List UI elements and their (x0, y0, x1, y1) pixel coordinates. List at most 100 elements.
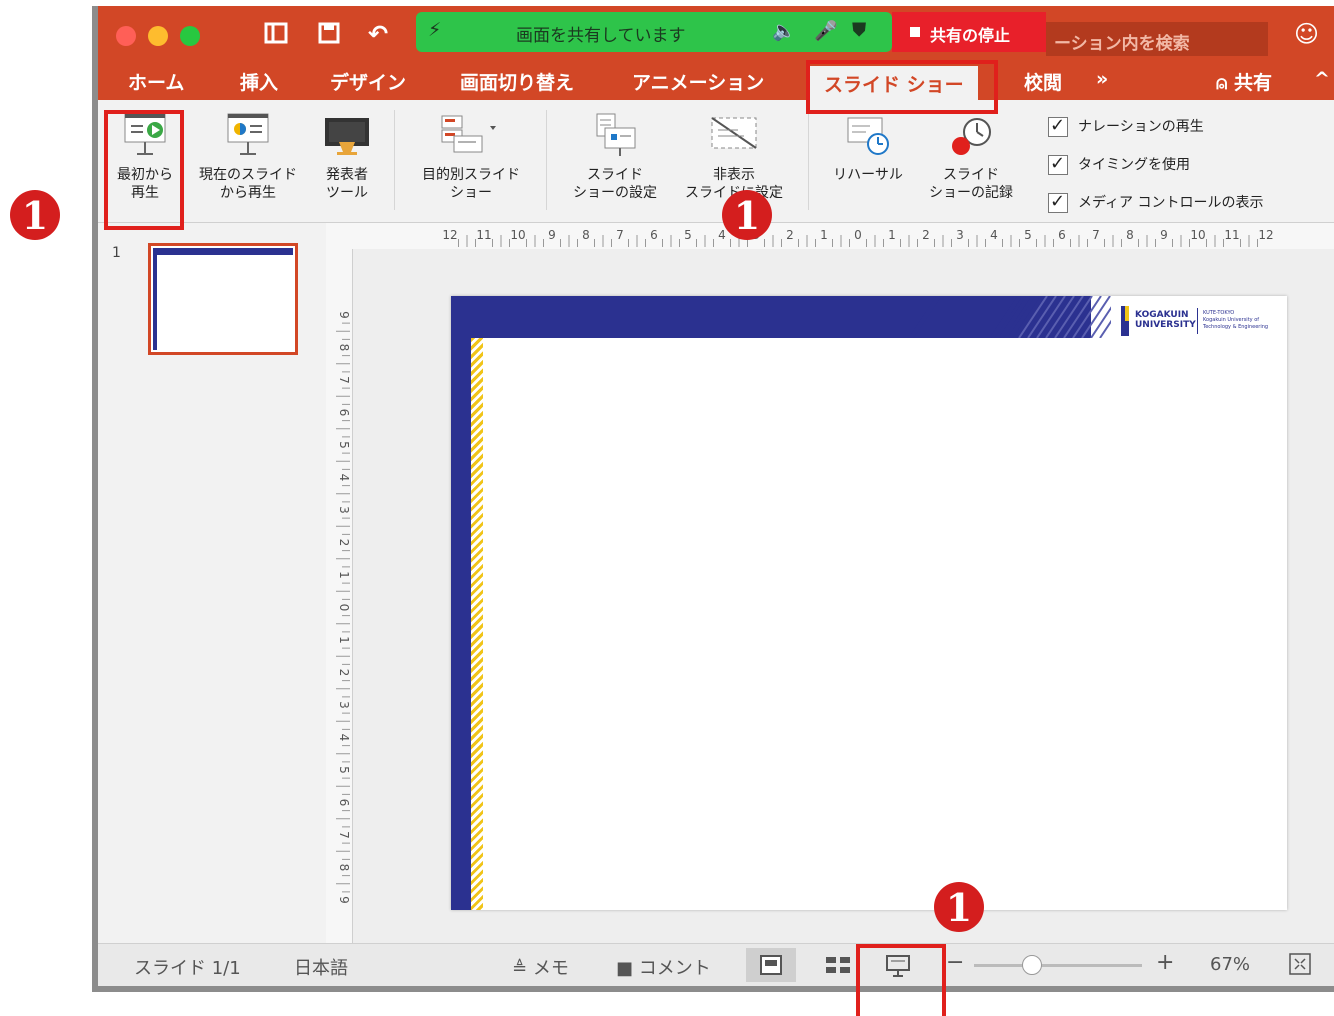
rehearse-timings-button[interactable]: リハーサル (820, 112, 916, 184)
shield-icon[interactable]: ⛊ (852, 19, 866, 41)
ruler-tick-label: 1 (337, 571, 351, 579)
custom-slide-show-button[interactable]: 目的別スライド ショー (406, 112, 536, 202)
speaker-icon[interactable]: 🔈 (772, 19, 796, 42)
normal-view-button[interactable] (746, 948, 796, 982)
ruler-tick-label: 0 (854, 228, 862, 242)
zoom-window-button[interactable] (180, 26, 200, 46)
hide-slide-icon (708, 112, 760, 158)
thumb-top-band (153, 248, 293, 255)
slide-canvas[interactable]: KOGAKUIN UNIVERSITY KUTE-TOKYO Kogakuin … (451, 296, 1287, 910)
screen-share-bar: ⚡ 画面を共有しています 🔈 🎤 ⛊ (416, 12, 892, 52)
fit-to-window-button[interactable] (1288, 952, 1312, 976)
minimize-window-button[interactable] (148, 26, 168, 46)
ruler-tick-label: 7 (337, 831, 351, 839)
tab-home[interactable]: ホーム (128, 68, 184, 95)
ruler-tick-label: 6 (337, 409, 351, 417)
zoom-level[interactable]: 67% (1210, 954, 1250, 975)
notes-icon: ≜ (512, 958, 528, 979)
step-badge-1: 1 (722, 190, 772, 240)
tab-design[interactable]: デザイン (330, 68, 406, 95)
language-indicator[interactable]: 日本語 (294, 954, 348, 980)
ruler-tick-label: 12 (1258, 228, 1273, 242)
vertical-ruler: 9 8 7 6 5 4 3 2 1 0 1 2 3 4 5 6 7 8 9 (326, 249, 353, 944)
ruler-tick-label: 1 (888, 228, 896, 242)
ruler-tick-label: 5 (337, 441, 351, 449)
save-icon[interactable] (318, 22, 340, 49)
ruler-tick-label: 6 (337, 799, 351, 807)
custom-show-icon (436, 112, 506, 158)
notes-button[interactable]: ≜ メモ (512, 954, 569, 980)
ribbon-tabs: ホーム 挿入 デザイン 画面切り替え アニメーション スライド ショー 校閲 »… (98, 62, 1334, 100)
tab-insert[interactable]: 挿入 (240, 68, 278, 95)
ruler-tick-label: 7 (337, 376, 351, 384)
slide-sorter-button[interactable] (820, 948, 856, 982)
normal-view-icon (760, 955, 782, 975)
tab-review[interactable]: 校閲 (1024, 68, 1062, 95)
step-badge-1: 1 (934, 882, 984, 932)
search-field[interactable]: ーション内を検索 (1046, 22, 1268, 56)
ruler-tick-label: 4 (337, 734, 351, 742)
ruler-tick-label: 12 (442, 228, 457, 242)
undo-icon[interactable]: ↶ (368, 20, 388, 48)
ruler-tick-label: 6 (650, 228, 658, 242)
ruler-tick-label: 0 (337, 604, 351, 612)
show-media-controls-checkbox[interactable]: メディア コントロールの表示 (1048, 191, 1263, 213)
ruler-tick-label: 2 (922, 228, 930, 242)
slide-stripe-line (1090, 306, 1111, 338)
share-button[interactable]: ⍝ 共有 (1216, 68, 1272, 95)
set-up-slide-show-button[interactable]: スライド ショーの設定 (560, 112, 670, 202)
play-from-current-icon (222, 112, 274, 158)
collapse-ribbon-icon[interactable]: ^ (1314, 68, 1330, 90)
checkbox-checked-icon (1048, 115, 1068, 137)
checkbox-checked-icon (1048, 191, 1068, 213)
zoom-out-button[interactable]: − (946, 950, 964, 975)
sidebar-toggle-icon[interactable] (264, 22, 288, 49)
ruler-tick-label: 2 (337, 669, 351, 677)
slide-thumbnail-1[interactable] (148, 243, 298, 355)
ruler-tick-label: 4 (337, 474, 351, 482)
ruler-tick-label: 2 (337, 539, 351, 547)
fit-window-icon (1289, 953, 1311, 975)
slide-left-band (451, 296, 471, 910)
play-narrations-checkbox[interactable]: ナレーションの再生 (1048, 115, 1204, 137)
ruler-tick-label: 1 (820, 228, 828, 242)
feedback-smiley-icon[interactable]: ☺ (1294, 20, 1319, 48)
ruler-tick-label: 11 (476, 228, 491, 242)
presenter-view-icon (321, 112, 373, 158)
close-window-button[interactable] (116, 26, 136, 46)
ribbon-separator (808, 110, 809, 210)
horizontal-ruler: 1211109876543210123456789101112 (326, 223, 1334, 250)
slide-thumbnail-pane: 1 (98, 223, 327, 961)
presenter-tools-button[interactable]: 発表者 ツール (312, 112, 382, 202)
setup-show-icon (589, 112, 641, 158)
ribbon-separator (546, 110, 547, 210)
tab-animations[interactable]: アニメーション (632, 68, 764, 95)
thumb-left-band (153, 248, 157, 350)
stop-sharing-button[interactable]: 共有の停止 (892, 12, 1046, 52)
ruler-tick-label: 9 (337, 311, 351, 319)
mic-muted-icon[interactable]: 🎤 (814, 19, 838, 42)
ruler-tick-label: 4 (990, 228, 998, 242)
ruler-tick-label: 11 (1224, 228, 1239, 242)
rehearse-stopwatch-icon (842, 112, 894, 158)
zoom-slider-track[interactable] (974, 964, 1142, 967)
ruler-tick-label: 7 (616, 228, 624, 242)
powerpoint-window: ↶ ⚡ 画面を共有しています 🔈 🎤 ⛊ 共有の停止 ーション内を検索 ☺ ホー… (92, 6, 1334, 992)
ruler-tick-label: 5 (684, 228, 692, 242)
ruler-tick-label: 8 (337, 344, 351, 352)
zoom-in-button[interactable]: + (1156, 950, 1174, 975)
ruler-tick-label: 3 (337, 701, 351, 709)
share-status-text: 画面を共有しています (516, 26, 686, 46)
ruler-tick-label: 5 (1024, 228, 1032, 242)
record-slide-show-button[interactable]: スライド ショーの記録 (916, 112, 1026, 202)
play-from-current-button[interactable]: 現在のスライド から再生 (188, 112, 308, 202)
comments-button[interactable]: ■ コメント (616, 954, 711, 980)
hide-slide-button[interactable]: 非表示 スライドに設定 (674, 112, 794, 202)
ruler-tick-label: 2 (786, 228, 794, 242)
ruler-tick-label: 8 (337, 864, 351, 872)
more-tabs-icon[interactable]: » (1096, 68, 1108, 90)
ruler-tick-label: 3 (956, 228, 964, 242)
zoom-slider-thumb[interactable] (1022, 955, 1042, 975)
tab-transitions[interactable]: 画面切り替え (460, 68, 574, 95)
use-timings-checkbox[interactable]: タイミングを使用 (1048, 153, 1190, 175)
